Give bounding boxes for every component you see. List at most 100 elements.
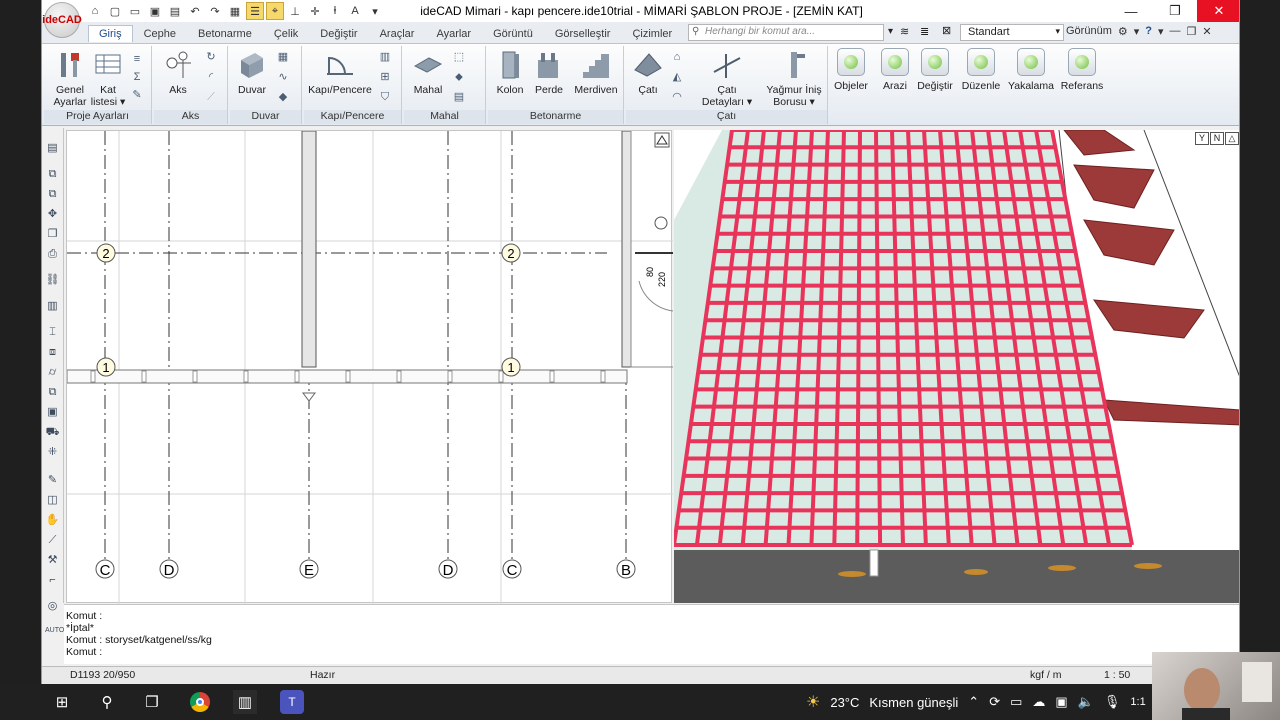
- restore-button[interactable]: ❐: [1153, 0, 1197, 22]
- collapse-pane-button[interactable]: [654, 132, 670, 148]
- duvar-button[interactable]: Duvar: [234, 50, 270, 96]
- app-logo[interactable]: ideCAD: [42, 2, 82, 38]
- window-frame-icon[interactable]: ⊞: [378, 70, 392, 84]
- dimension-icon[interactable]: ⌶: [45, 326, 60, 339]
- rotate-axis-icon[interactable]: ↻: [204, 50, 218, 64]
- doc-close-icon[interactable]: ✕: [1202, 25, 1211, 38]
- frames-icon[interactable]: ▣: [45, 406, 60, 419]
- teams-icon[interactable]: T: [280, 690, 304, 714]
- arc-axis-icon[interactable]: ◜: [204, 70, 218, 84]
- window-grid-icon[interactable]: ▥: [378, 50, 392, 64]
- wall-diamond-icon[interactable]: ◆: [276, 90, 290, 104]
- link-icon[interactable]: ⛓: [45, 274, 60, 287]
- layer-down-icon[interactable]: ⧉: [45, 188, 60, 201]
- idecad-taskbar-icon[interactable]: ▥: [233, 690, 257, 714]
- degistir-button[interactable]: Değiştir: [914, 48, 956, 92]
- mahal-button[interactable]: Mahal: [408, 50, 448, 96]
- 3d-scene[interactable]: [674, 130, 1240, 603]
- cylinder-icon[interactable]: ⌭: [45, 366, 60, 379]
- line-axis-icon[interactable]: ⟋: [204, 90, 218, 104]
- search-icon[interactable]: ⚲: [95, 690, 119, 714]
- help-icon[interactable]: ?: [1145, 25, 1152, 38]
- kapi-pencere-button[interactable]: Kapı/Pencere: [306, 50, 374, 96]
- room-table-icon[interactable]: ▤: [452, 90, 466, 104]
- nav-n-button[interactable]: N: [1210, 132, 1224, 145]
- sigma-icon[interactable]: Σ: [130, 70, 144, 84]
- layer-icon[interactable]: ⧉: [45, 168, 60, 181]
- microphone-icon[interactable]: 🎙: [1104, 694, 1121, 710]
- weather-desc[interactable]: Kısmen güneşli: [869, 695, 958, 710]
- volume-icon[interactable]: 🔈: [1078, 694, 1094, 710]
- tab-goruntu[interactable]: Görüntü: [482, 25, 544, 42]
- tab-cephe[interactable]: Cephe: [133, 25, 187, 42]
- task-view-icon[interactable]: ❐: [140, 690, 164, 714]
- binoculars-icon[interactable]: ◎: [45, 600, 60, 613]
- doc-minimize-icon[interactable]: —: [1170, 25, 1181, 38]
- weather-temp[interactable]: 23°C: [830, 695, 859, 710]
- tab-celik[interactable]: Çelik: [263, 25, 309, 42]
- monitor-icon[interactable]: ▭: [1010, 694, 1022, 710]
- arazi-button[interactable]: Arazi: [874, 48, 916, 92]
- stack-icon[interactable]: ⧈: [45, 346, 60, 359]
- hammer-icon[interactable]: ⚒: [45, 554, 60, 567]
- style-select[interactable]: Standart ▾: [960, 24, 1064, 41]
- clock-time[interactable]: 1:1: [1130, 696, 1145, 708]
- paint-icon[interactable]: ✎: [130, 88, 144, 102]
- status-scale[interactable]: 1 : 50: [1104, 669, 1130, 681]
- print-icon[interactable]: ⎙: [45, 248, 60, 261]
- cati-detaylari-button[interactable]: Çatı Detayları ▾: [696, 50, 758, 108]
- plan-drawing[interactable]: 80 220 2 2 1 1 C D E D C B: [66, 130, 674, 604]
- windows-start-icon[interactable]: ⊞: [50, 690, 74, 714]
- merdiven-button[interactable]: Merdiven: [570, 50, 622, 96]
- tab-betonarme[interactable]: Betonarme: [187, 25, 263, 42]
- auto-icon[interactable]: AUTO: [45, 624, 64, 637]
- corner-icon[interactable]: ⌐: [45, 574, 60, 587]
- tools-dropdown-icon[interactable]: ▾: [1134, 25, 1140, 38]
- genel-ayarlar-button[interactable]: Genel Ayarlar: [48, 50, 92, 108]
- command-window[interactable]: Komut : *İptal* Komut : storyset/katgene…: [64, 604, 1239, 664]
- kat-listesi-button[interactable]: Kat listesi ▾: [90, 50, 126, 108]
- status-units[interactable]: kgf / m: [1030, 669, 1062, 681]
- hand-icon[interactable]: ✋: [45, 514, 60, 527]
- gear-icon[interactable]: ⚙: [1118, 25, 1128, 38]
- wall-curve-icon[interactable]: ∿: [276, 70, 290, 84]
- tab-gorsellestir[interactable]: Görselleştir: [544, 25, 622, 42]
- doc-restore-icon[interactable]: ❐: [1187, 25, 1197, 38]
- car-icon[interactable]: ⛟: [45, 426, 60, 439]
- room-outline-icon[interactable]: ⬚: [452, 50, 466, 64]
- move-icon[interactable]: ✥: [45, 208, 60, 221]
- wall-right[interactable]: [621, 130, 632, 368]
- tab-giris[interactable]: Giriş: [88, 25, 133, 42]
- tab-cizimler[interactable]: Çizimler: [621, 25, 683, 42]
- display-icon[interactable]: ▣: [1055, 694, 1067, 710]
- floor-icon[interactable]: ⬥: [452, 70, 466, 84]
- cloud-icon[interactable]: ☁: [1032, 694, 1045, 710]
- roof-shape-icon[interactable]: ⌂: [670, 50, 684, 64]
- tab-ayarlar[interactable]: Ayarlar: [425, 25, 482, 42]
- nav-collapse-button[interactable]: △: [1225, 132, 1239, 145]
- wall-vertical[interactable]: [301, 130, 317, 368]
- yagmur-borusu-button[interactable]: Yağmur İniş Borusu ▾: [762, 50, 826, 108]
- yakalama-button[interactable]: Yakalama: [1006, 48, 1056, 92]
- chevron-up-icon[interactable]: ⌃: [968, 694, 979, 710]
- duzenle-button[interactable]: Düzenle: [958, 48, 1004, 92]
- roof-dome-icon[interactable]: ◠: [670, 90, 684, 104]
- layer-stack-icon[interactable]: ≋: [900, 25, 909, 38]
- layer-manager-icon[interactable]: ≣: [920, 25, 929, 38]
- tab-degistir[interactable]: Değiştir: [309, 25, 368, 42]
- roof-plane-icon[interactable]: ◭: [670, 70, 684, 84]
- perde-button[interactable]: Perde: [530, 50, 568, 96]
- close-button[interactable]: ✕: [1197, 0, 1239, 22]
- cati-button[interactable]: Çatı: [628, 50, 668, 96]
- command-search-input[interactable]: ⚲ Herhangi bir komut ara...: [688, 24, 884, 41]
- objeler-button[interactable]: Objeler: [830, 48, 872, 92]
- search-dropdown-icon[interactable]: ▾: [888, 26, 893, 37]
- aks-button[interactable]: Aks: [158, 50, 198, 96]
- pencil-icon[interactable]: ✎: [45, 474, 60, 487]
- document-icon[interactable]: ▥: [45, 300, 60, 313]
- view-menu[interactable]: Görünüm: [1066, 25, 1112, 38]
- tab-araclar[interactable]: Araçlar: [369, 25, 426, 42]
- minimize-button[interactable]: —: [1109, 0, 1153, 22]
- properties-icon[interactable]: ▤: [45, 142, 60, 155]
- opening-icon[interactable]: ⛉: [378, 90, 392, 104]
